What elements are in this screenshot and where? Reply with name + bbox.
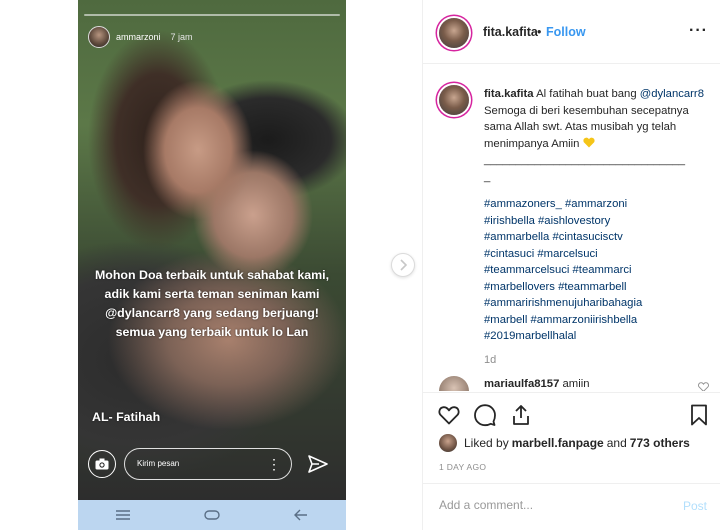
story-progress-bar [84, 14, 340, 16]
likes-others-link[interactable]: 773 others [630, 436, 690, 450]
story-footer: Kirim pesan ⋮ [78, 440, 346, 486]
caption-username[interactable]: fita.kafita [484, 88, 534, 100]
hashtag-line[interactable]: #ammazoners_ #ammarzoni [484, 196, 704, 213]
liker-username[interactable]: marbell.fanpage [512, 436, 604, 450]
home-icon[interactable] [197, 505, 227, 525]
menu-icon[interactable] [108, 505, 138, 525]
author-avatar[interactable] [439, 18, 469, 48]
caption-text: fita.kafita Al fatihah buat bang @dylanc… [484, 86, 704, 185]
hashtag-line[interactable]: #marbell #ammarzoniirishbella [484, 312, 704, 329]
share-icon[interactable] [509, 403, 533, 427]
yellow-heart-emoji-icon [583, 137, 595, 147]
post-panel: fita.kafita • Follow ··· fita.kafita Al … [422, 0, 720, 530]
comment-body: mariaulfa8157 amiin [484, 378, 590, 390]
back-arrow-icon[interactable] [286, 505, 316, 525]
heart-outline-icon[interactable] [437, 403, 461, 427]
story-reply-field[interactable]: Kirim pesan ⋮ [124, 448, 292, 480]
chevron-right-icon[interactable] [391, 253, 415, 277]
hashtag-line[interactable]: #ammarbella #cintasucisctv [484, 229, 704, 246]
likes-summary: Liked by marbell.fanpage and 773 others [439, 434, 693, 452]
hashtag-line[interactable]: #ammaririshmenujuharibahagia [484, 295, 704, 312]
story-signoff: AL- Fatihah [92, 410, 161, 424]
story-avatar [88, 26, 110, 48]
story-header: ammarzoni 7 jam [88, 26, 193, 48]
hashtag-line[interactable]: #teammarcelsuci #teammarci [484, 262, 704, 279]
more-options-icon[interactable]: ··· [689, 22, 708, 40]
caption-divider: ________________________________ [484, 154, 686, 166]
comment-input[interactable] [439, 498, 659, 512]
hashtag-line[interactable]: #cintasuci #marcelsuci [484, 246, 704, 263]
likes-prefix: Liked by [464, 436, 509, 450]
author-username[interactable]: fita.kafita [483, 25, 538, 39]
comment-item: mariaulfa8157 amiin [439, 376, 709, 391]
android-nav-bar [78, 500, 346, 530]
likes-conjunction: and [606, 436, 627, 450]
send-icon[interactable] [306, 452, 330, 476]
comment-heart-icon[interactable] [698, 382, 709, 391]
story-screenshot: ammarzoni 7 jam Mohon Doa terbaik untuk … [78, 0, 346, 530]
comment-text: amiin [562, 378, 590, 390]
liker-avatar[interactable] [439, 434, 457, 452]
comment-icon[interactable] [473, 403, 497, 427]
commenter-username[interactable]: mariaulfa8157 [484, 378, 559, 390]
caption-text-part1: Al fatihah buat bang [536, 88, 637, 100]
hashtag-list: #ammazoners_ #ammarzoni #irishbella #ais… [484, 196, 704, 345]
bookmark-icon[interactable] [687, 403, 711, 427]
caption-divider-tail: _ [484, 170, 491, 183]
hashtag-line[interactable]: #irishbella #aishlovestory [484, 213, 704, 230]
more-vertical-icon[interactable]: ⋮ [267, 455, 281, 473]
caption-timestamp[interactable]: 1d [484, 354, 496, 366]
story-overlay-text: Mohon Doa terbaik untuk sahabat kami, ad… [94, 268, 330, 339]
post-button[interactable]: Post [683, 499, 707, 513]
caption-avatar[interactable] [439, 85, 469, 115]
hashtag-line[interactable]: #marbellovers #teammarbell [484, 279, 704, 296]
story-username: ammarzoni [116, 32, 161, 42]
post-header: fita.kafita • Follow ··· [423, 0, 720, 64]
hashtag-line[interactable]: #2019marbellhalal [484, 328, 704, 345]
post-date[interactable]: 1 DAY AGO [439, 462, 486, 472]
camera-icon[interactable] [88, 450, 116, 478]
follow-button[interactable]: Follow [546, 25, 586, 39]
story-reply-placeholder: Kirim pesan [137, 459, 180, 468]
separator-dot: • [537, 25, 542, 39]
caption-mention-link[interactable]: @dylancarr8 [640, 88, 704, 100]
post-media[interactable]: ammarzoni 7 jam Mohon Doa terbaik untuk … [0, 0, 422, 530]
comments-section: fita.kafita Al fatihah buat bang @dylanc… [423, 65, 720, 391]
add-comment-bar: Post [423, 483, 720, 530]
commenter-avatar[interactable] [439, 376, 469, 391]
story-photo [78, 0, 346, 500]
story-time: 7 jam [170, 32, 193, 42]
action-bar [423, 392, 720, 436]
